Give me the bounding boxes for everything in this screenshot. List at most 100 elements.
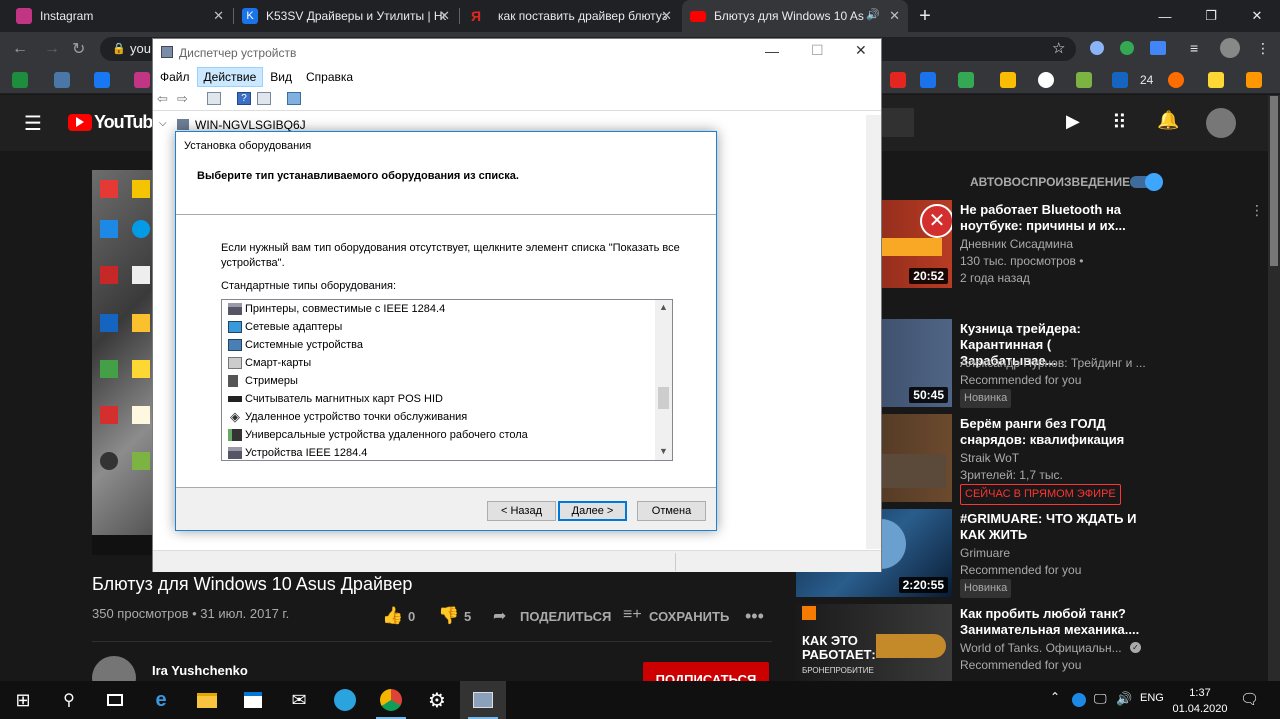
video-player[interactable] xyxy=(92,170,154,555)
account-avatar[interactable] xyxy=(1206,108,1236,138)
language-indicator[interactable]: ENG xyxy=(1140,692,1164,704)
scroll-thumb[interactable] xyxy=(658,387,669,409)
tree-root-label[interactable]: WIN-NGVLSGIBQ6J xyxy=(195,118,306,132)
start-button[interactable]: ⊞ xyxy=(0,681,46,719)
close-tab-icon[interactable]: ✕ xyxy=(661,8,672,24)
extension-icon[interactable] xyxy=(1120,41,1134,55)
instagram-icon[interactable] xyxy=(134,72,150,88)
save-playlist-icon[interactable]: ≡+ xyxy=(623,606,642,624)
close-button[interactable]: ✕ xyxy=(1234,0,1280,32)
facebook-icon[interactable] xyxy=(94,72,110,88)
bookmark-icon[interactable] xyxy=(1112,72,1128,88)
task-view-button[interactable] xyxy=(92,681,138,719)
share-icon[interactable]: ➦ xyxy=(493,606,506,626)
save-button[interactable]: СОХРАНИТЬ xyxy=(649,609,729,624)
minimize-button[interactable]: — xyxy=(1142,0,1188,32)
file-explorer-button[interactable] xyxy=(184,681,230,719)
recommendation-title[interactable]: Не работает Bluetooth на ноутбуке: причи… xyxy=(960,202,1150,234)
create-video-icon[interactable]: ▶ xyxy=(1066,111,1080,132)
bookmark-icon[interactable] xyxy=(1208,72,1224,88)
hardware-type-list[interactable]: Принтеры, совместимые с IEEE 1284.4 Сете… xyxy=(221,299,673,461)
bookmark-icon[interactable] xyxy=(1168,72,1184,88)
list-scrollbar[interactable]: ▲ ▼ xyxy=(655,300,672,460)
telegram-button[interactable] xyxy=(322,681,368,719)
translate-icon[interactable] xyxy=(1150,41,1166,55)
close-tab-icon[interactable]: ✕ xyxy=(439,8,450,24)
apps-icon[interactable]: ⠿ xyxy=(1112,110,1127,135)
properties-icon[interactable] xyxy=(207,92,221,105)
star-icon[interactable]: ☆ xyxy=(1052,39,1065,57)
list-item[interactable]: Устройства IEEE 1284.4 xyxy=(228,444,367,460)
bookmark-icon[interactable] xyxy=(1000,72,1016,88)
mail-button[interactable]: ✉ xyxy=(276,681,322,719)
back-icon[interactable]: ⇦ xyxy=(157,92,171,105)
notifications-icon[interactable]: 🗨 xyxy=(1240,690,1259,708)
show-hidden-icons-icon[interactable]: ⌃ xyxy=(1050,690,1060,704)
tree-scrollbar[interactable] xyxy=(866,115,881,549)
menu-file[interactable]: Файл xyxy=(153,67,197,87)
chevron-down-icon[interactable]: ⌵ xyxy=(159,118,167,129)
vk-icon[interactable] xyxy=(54,72,70,88)
menu-icon[interactable]: ⋮ xyxy=(1256,40,1270,57)
back-button[interactable]: < Назад xyxy=(487,501,556,521)
like-icon[interactable]: 👍 xyxy=(382,606,403,626)
new-tab-button[interactable]: + xyxy=(914,6,936,28)
more-actions-icon[interactable]: ••• xyxy=(745,606,764,627)
list-item[interactable]: Стримеры xyxy=(228,372,298,390)
scan-hardware-icon[interactable] xyxy=(287,92,301,105)
tab-asus[interactable]: K K53SV Драйверы и Утилиты | Ноутбуки | … xyxy=(234,0,458,32)
search-button[interactable]: ⚲ xyxy=(46,681,92,719)
edge-button[interactable]: e xyxy=(138,681,184,719)
list-item[interactable]: Смарт-карты xyxy=(228,354,311,372)
video-thumbnail[interactable]: КАК ЭТО РАБОТАЕТ: БРОНЕПРОБИТИЕ xyxy=(796,604,952,681)
tab-instagram[interactable]: Instagram ✕ xyxy=(8,0,232,32)
close-tab-icon[interactable]: ✕ xyxy=(213,8,224,24)
close-button[interactable]: ✕ xyxy=(855,42,867,59)
bookmark-icon[interactable] xyxy=(920,72,936,88)
menu-view[interactable]: Вид xyxy=(263,67,299,87)
reload-icon[interactable]: ↻ xyxy=(72,39,85,59)
minimize-button[interactable]: — xyxy=(765,43,779,59)
tray-app-icon[interactable] xyxy=(1072,693,1086,707)
help-icon[interactable]: ? xyxy=(237,92,251,105)
forward-icon[interactable]: → xyxy=(44,40,60,58)
cancel-button[interactable]: Отмена xyxy=(637,501,706,521)
menu-help[interactable]: Справка xyxy=(299,67,360,87)
close-tab-icon[interactable]: ✕ xyxy=(889,8,900,24)
view-icon[interactable] xyxy=(257,92,271,105)
recommendation-title[interactable]: #GRIMUARE: ЧТО ЖДАТЬ И КАК ЖИТЬ xyxy=(960,511,1150,543)
bookmark-icon[interactable] xyxy=(1076,72,1092,88)
chrome-button[interactable] xyxy=(368,681,414,719)
bookmark-icon[interactable] xyxy=(890,72,906,88)
bookmark-icon[interactable] xyxy=(1246,72,1262,88)
settings-button[interactable]: ⚙ xyxy=(414,681,460,719)
forward-icon[interactable]: ⇨ xyxy=(177,92,191,105)
store-button[interactable] xyxy=(230,681,276,719)
list-item[interactable]: Универсальные устройства удаленного рабо… xyxy=(228,426,528,444)
next-button[interactable]: Далее > xyxy=(558,501,627,521)
autoplay-toggle-knob[interactable] xyxy=(1145,173,1163,191)
audio-icon[interactable]: 🔊 xyxy=(866,8,880,21)
clock[interactable]: 1:37 01.04.2020 xyxy=(1172,685,1228,717)
list-item[interactable]: ◈ Удаленное устройство точки обслуживания xyxy=(228,408,467,426)
tab-yandex[interactable]: Я как поставить драйвер блютуз на ✕ xyxy=(460,0,680,32)
recommendation-title[interactable]: Как пробить любой танк? Занимательная ме… xyxy=(960,606,1150,638)
maximize-button[interactable]: ❐ xyxy=(1188,0,1234,32)
bookmark-icon[interactable] xyxy=(958,72,974,88)
profile-avatar[interactable] xyxy=(1220,38,1240,58)
list-item[interactable]: Принтеры, совместимые с IEEE 1284.4 xyxy=(228,300,445,318)
list-item[interactable]: Системные устройства xyxy=(228,336,363,354)
list-item[interactable]: Сетевые адаптеры xyxy=(228,318,342,336)
page-scroll-thumb[interactable] xyxy=(1270,96,1278,266)
menu-action[interactable]: Действие xyxy=(196,67,264,87)
back-icon[interactable]: ← xyxy=(12,40,28,58)
download-icon[interactable] xyxy=(1090,41,1104,55)
tab-youtube[interactable]: Блютуз для Windows 10 Asus 🔊 ✕ xyxy=(682,0,908,32)
channel-name[interactable]: Ira Yushchenko xyxy=(152,663,248,678)
dislike-icon[interactable]: 👎 xyxy=(438,606,459,626)
maximize-button[interactable]: ☐ xyxy=(811,42,824,59)
scroll-up-icon[interactable]: ▲ xyxy=(659,302,668,312)
more-options-icon[interactable]: ⋮ xyxy=(1250,202,1264,219)
notifications-icon[interactable]: 🔔 xyxy=(1157,110,1179,131)
media-icon[interactable]: ≡ xyxy=(1190,40,1198,56)
